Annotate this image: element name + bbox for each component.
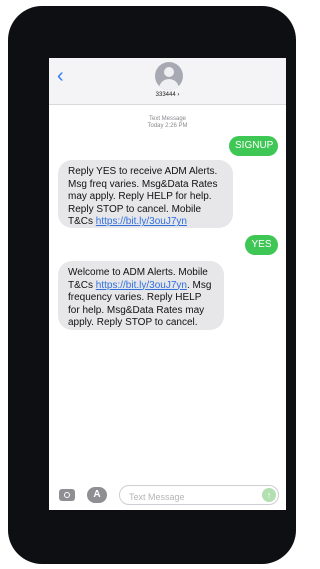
contact-name[interactable]: 333444 › xyxy=(49,92,286,98)
incoming-message[interactable]: Reply YES to receive ADM Alerts. Msg fre… xyxy=(58,160,233,228)
conversation-header: ‹ 333444 › xyxy=(49,58,286,105)
message-input[interactable] xyxy=(127,489,251,504)
avatar-head xyxy=(164,67,174,77)
thread-timestamp: Today 2:26 PM xyxy=(147,123,188,129)
outgoing-message[interactable]: SIGNUP xyxy=(229,136,278,156)
terms-link[interactable]: https://bit.ly/3ouJ7yn xyxy=(96,280,187,291)
outgoing-message[interactable]: YES xyxy=(245,235,278,255)
app-store-icon[interactable]: A xyxy=(87,487,107,503)
contact-avatar-icon[interactable] xyxy=(155,62,183,90)
phone-frame: ‹ 333444 › Text Message Today 2:26 PM SI… xyxy=(8,6,296,564)
avatar-body xyxy=(159,79,179,90)
send-arrow-icon[interactable]: ↑ xyxy=(262,488,276,502)
terms-link[interactable]: https://bit.ly/3ouJ7yn xyxy=(96,216,187,227)
message-field[interactable]: ↑ xyxy=(119,485,279,505)
back-chevron-icon[interactable]: ‹ xyxy=(57,66,71,86)
camera-icon[interactable] xyxy=(59,489,75,501)
messages-screen: ‹ 333444 › Text Message Today 2:26 PM SI… xyxy=(49,58,286,510)
thread-label: Text Message xyxy=(148,116,187,122)
incoming-message[interactable]: Welcome to ADM Alerts. Mobile T&Cs https… xyxy=(58,261,224,330)
composer-bar: A ↑ xyxy=(49,483,286,510)
